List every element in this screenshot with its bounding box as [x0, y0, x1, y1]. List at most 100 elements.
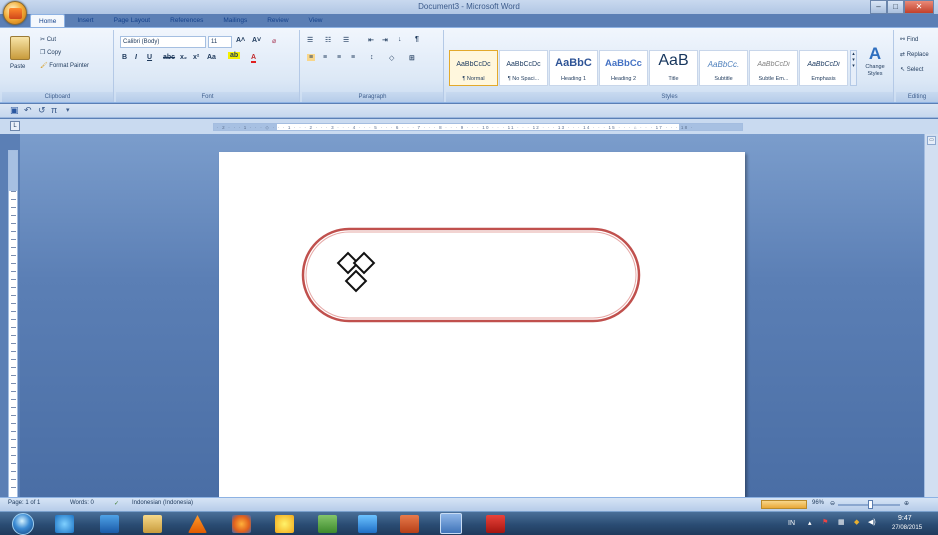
- show-marks-button[interactable]: ¶: [415, 36, 419, 43]
- borders-button[interactable]: ⊞: [409, 54, 415, 62]
- tab-references[interactable]: References: [162, 14, 211, 27]
- office-button[interactable]: [3, 1, 27, 25]
- font-family-select[interactable]: Calibri (Body): [120, 36, 206, 48]
- power-icon[interactable]: ◆: [854, 518, 859, 526]
- proofing-icon[interactable]: ✓: [114, 500, 119, 507]
- tab-home[interactable]: Home: [30, 14, 66, 27]
- close-button[interactable]: ✕: [904, 0, 934, 14]
- flag-icon[interactable]: ⚑: [822, 518, 828, 526]
- superscript-button[interactable]: x²: [193, 54, 199, 61]
- tab-review[interactable]: Review: [259, 14, 296, 27]
- clear-format-button[interactable]: ⌀: [272, 37, 276, 45]
- decrease-indent-button[interactable]: ⇤: [368, 36, 374, 44]
- replace-button[interactable]: ⇄ Replace: [900, 51, 929, 58]
- redo-icon[interactable]: ↺: [38, 105, 46, 116]
- change-case-button[interactable]: Aa: [207, 54, 216, 61]
- word-count[interactable]: Words: 0: [70, 500, 94, 506]
- shrink-font-button[interactable]: A˅: [252, 37, 261, 44]
- style-heading-1[interactable]: AaBbC Heading 1: [549, 50, 598, 86]
- tab-page-layout[interactable]: Page Layout: [106, 14, 159, 27]
- cut-button[interactable]: ✂ Cut: [40, 36, 56, 43]
- justify-button[interactable]: ≡: [351, 54, 355, 61]
- app-icon[interactable]: [358, 515, 377, 533]
- equation-icon[interactable]: π: [51, 105, 57, 115]
- styles-scroll-button[interactable]: ▴ ▾ ▾: [850, 50, 857, 86]
- align-center-button[interactable]: ≡: [323, 54, 327, 61]
- app-icon[interactable]: [318, 515, 337, 533]
- italic-button[interactable]: I: [135, 54, 137, 61]
- copy-button[interactable]: ❐ Copy: [40, 49, 61, 56]
- format-painter-button[interactable]: 🖌 Format Painter: [40, 62, 89, 69]
- clock-date[interactable]: 27/08/2015: [892, 525, 922, 531]
- font-color-button[interactable]: A: [251, 54, 257, 63]
- app-icon[interactable]: [275, 515, 294, 533]
- save-icon[interactable]: ▣: [10, 105, 19, 116]
- diamond-cluster-icon[interactable]: [336, 251, 376, 293]
- word-icon[interactable]: [440, 513, 462, 534]
- undo-icon[interactable]: ↶: [24, 105, 32, 116]
- zoom-in-button[interactable]: ⊕: [904, 500, 909, 507]
- font-size-select[interactable]: 11: [208, 36, 232, 48]
- style-preview: AaB: [658, 52, 689, 69]
- style-heading-2[interactable]: AaBbCc Heading 2: [599, 50, 648, 86]
- tab-mailings[interactable]: Mailings: [215, 14, 255, 27]
- sort-button[interactable]: ↓: [398, 36, 402, 43]
- grow-font-button[interactable]: A˄: [236, 37, 245, 44]
- powerpoint-icon[interactable]: [400, 515, 419, 533]
- style-no-spacing[interactable]: AaBbCcDc ¶ No Spaci...: [499, 50, 548, 86]
- style-preview: AaBbCcDc: [506, 61, 541, 68]
- firefox-icon[interactable]: [232, 515, 251, 533]
- file-explorer-icon[interactable]: [143, 515, 162, 533]
- pdf-reader-icon[interactable]: [486, 515, 505, 533]
- network-icon[interactable]: ▦: [838, 518, 845, 526]
- vertical-scrollbar[interactable]: ▭: [924, 134, 938, 497]
- view-buttons[interactable]: [761, 500, 807, 509]
- select-button[interactable]: ↖ Select: [900, 66, 923, 73]
- align-right-button[interactable]: ≡: [337, 54, 341, 61]
- internet-explorer-icon[interactable]: [55, 515, 74, 533]
- media-player-icon[interactable]: [100, 515, 119, 533]
- language-status[interactable]: Indonesian (Indonesia): [132, 500, 193, 506]
- vertical-ruler[interactable]: [8, 150, 18, 498]
- bold-button[interactable]: B: [122, 54, 127, 61]
- change-styles-button[interactable]: A Change Styles: [860, 44, 890, 86]
- document-page[interactable]: [219, 152, 745, 498]
- ruler-toggle-button[interactable]: ▭: [927, 136, 936, 145]
- strikethrough-button[interactable]: abc: [163, 54, 175, 61]
- zoom-level[interactable]: 96%: [812, 500, 824, 506]
- underline-button[interactable]: U: [147, 54, 152, 61]
- volume-icon[interactable]: ◀): [868, 518, 876, 526]
- zoom-out-button[interactable]: ⊖: [830, 500, 835, 507]
- input-language[interactable]: IN: [788, 520, 795, 527]
- tray-arrow-icon[interactable]: ▴: [808, 519, 812, 527]
- clock-time[interactable]: 9:47: [898, 515, 912, 522]
- tab-selector-button[interactable]: L: [10, 121, 20, 131]
- shading-button[interactable]: ◇: [389, 54, 394, 62]
- numbering-button[interactable]: ☷: [325, 36, 331, 44]
- minimize-button[interactable]: –: [870, 0, 887, 14]
- highlight-button[interactable]: ab: [228, 52, 241, 59]
- style-subtitle[interactable]: AaBbCc. Subtitle: [699, 50, 748, 86]
- horizontal-ruler[interactable]: · 2 · · · 1 · · · ◇ · · · 1 · · · 2 · · …: [213, 123, 743, 131]
- style-title[interactable]: AaB Title: [649, 50, 698, 86]
- style-normal[interactable]: AaBbCcDc ¶ Normal: [449, 50, 498, 86]
- find-button[interactable]: ⚯ Find: [900, 36, 918, 43]
- style-emphasis[interactable]: AaBbCcDi Emphasis: [799, 50, 848, 86]
- vlc-icon[interactable]: [188, 515, 207, 533]
- zoom-slider-thumb[interactable]: [868, 500, 873, 509]
- start-button[interactable]: [12, 513, 34, 535]
- subscript-button[interactable]: x₂: [180, 54, 187, 61]
- maximize-button[interactable]: □: [887, 0, 904, 14]
- tab-insert[interactable]: Insert: [69, 14, 101, 27]
- increase-indent-button[interactable]: ⇥: [382, 36, 388, 44]
- page-count[interactable]: Page: 1 of 1: [8, 500, 40, 506]
- bullets-button[interactable]: ☰: [307, 36, 313, 44]
- multilevel-list-button[interactable]: ☰: [343, 36, 349, 44]
- tab-view[interactable]: View: [301, 14, 331, 27]
- paste-button[interactable]: Paste: [10, 64, 25, 70]
- style-subtle-emphasis[interactable]: AaBbCcDi Subtle Em...: [749, 50, 798, 86]
- paste-icon[interactable]: [10, 36, 30, 60]
- align-left-button[interactable]: ≡: [307, 54, 316, 61]
- line-spacing-button[interactable]: ↕: [370, 54, 374, 61]
- customize-qat-icon[interactable]: ▾: [66, 106, 70, 114]
